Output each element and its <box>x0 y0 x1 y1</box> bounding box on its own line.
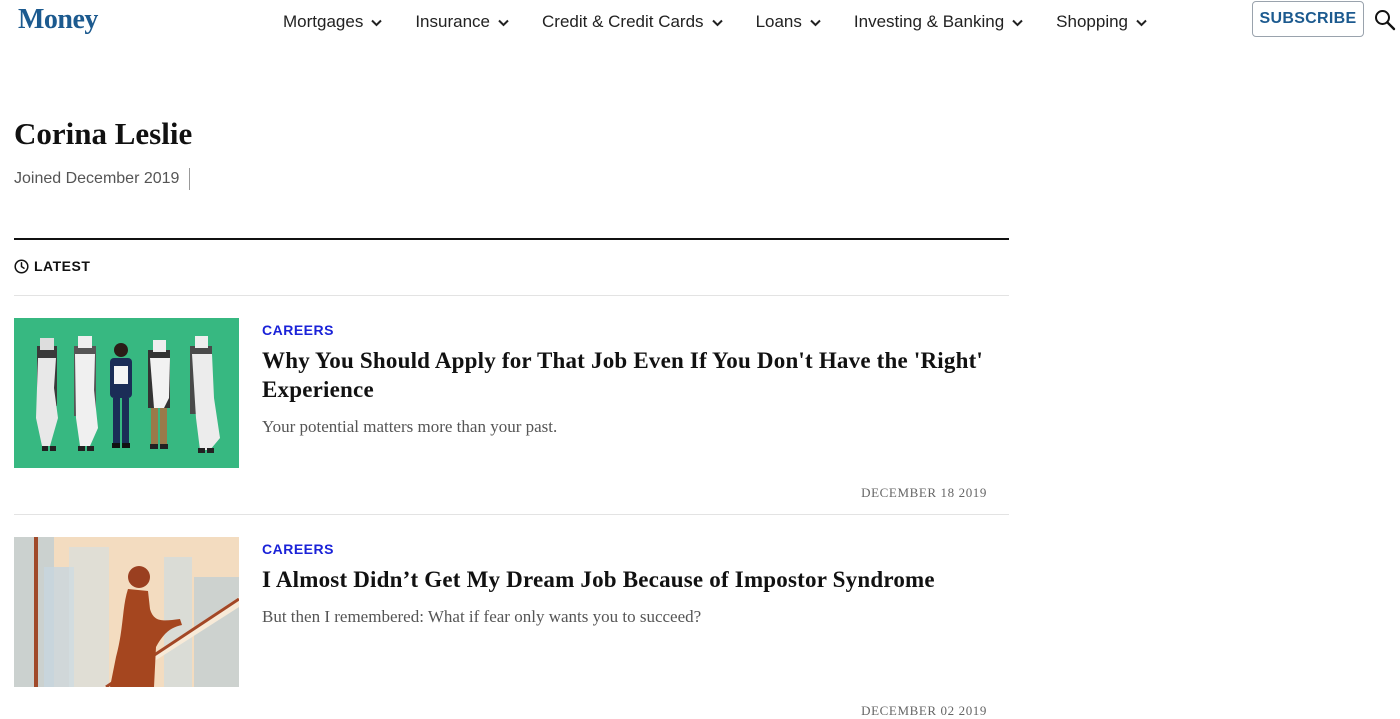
article-thumbnail[interactable] <box>14 318 239 468</box>
search-icon[interactable] <box>1374 9 1396 31</box>
nav-mortgages[interactable]: Mortgages <box>283 10 383 34</box>
article-item: CAREERS Why You Should Apply for That Jo… <box>14 318 1009 514</box>
nav-shopping[interactable]: Shopping <box>1056 10 1148 34</box>
nav-insurance-label: Insurance <box>415 12 490 31</box>
clock-icon <box>14 258 29 274</box>
latest-label-text: LATEST <box>34 258 91 274</box>
article-dek: But then I remembered: What if fear only… <box>262 607 702 626</box>
section-divider <box>14 238 1009 240</box>
author-name: Corina Leslie <box>14 116 193 151</box>
chevron-down-icon <box>1135 16 1148 29</box>
nav-loans[interactable]: Loans <box>756 10 822 34</box>
nav-investing-banking[interactable]: Investing & Banking <box>854 10 1024 34</box>
article-headline[interactable]: Why You Should Apply for That Job Even I… <box>262 346 1007 404</box>
nav-credit-cards-label: Credit & Credit Cards <box>542 12 704 31</box>
money-logo[interactable]: Money <box>18 3 98 37</box>
article-date: DECEMBER 18 2019 <box>861 485 987 500</box>
article-dek: Your potential matters more than your pa… <box>262 417 558 436</box>
subscribe-button[interactable]: SUBSCRIBE <box>1252 1 1364 37</box>
chevron-down-icon <box>370 16 383 29</box>
nav-insurance[interactable]: Insurance <box>415 10 510 34</box>
list-divider <box>14 514 1009 515</box>
list-divider <box>14 295 1009 296</box>
main-nav: Mortgages Insurance Credit & Credit Card… <box>283 10 1180 34</box>
article-item: CAREERS I Almost Didn’t Get My Dream Job… <box>14 537 1009 718</box>
article-headline[interactable]: I Almost Didn’t Get My Dream Job Because… <box>262 565 1007 594</box>
chevron-down-icon <box>1011 16 1024 29</box>
nav-credit-cards[interactable]: Credit & Credit Cards <box>542 10 724 34</box>
article-category[interactable]: CAREERS <box>262 541 334 557</box>
author-joined-date: Joined December 2019 <box>14 168 191 190</box>
chevron-down-icon <box>809 16 822 29</box>
nav-loans-label: Loans <box>755 12 802 31</box>
chevron-down-icon <box>497 16 510 29</box>
nav-mortgages-label: Mortgages <box>283 12 364 31</box>
article-date: DECEMBER 02 2019 <box>861 703 987 718</box>
nav-investing-banking-label: Investing & Banking <box>853 12 1005 31</box>
chevron-down-icon <box>711 16 724 29</box>
article-thumbnail[interactable] <box>14 537 239 687</box>
nav-shopping-label: Shopping <box>1056 12 1128 31</box>
latest-section-label: LATEST <box>14 258 90 274</box>
site-header: Money Mortgages Insurance Credit & Credi… <box>0 0 1400 44</box>
article-category[interactable]: CAREERS <box>262 322 334 338</box>
